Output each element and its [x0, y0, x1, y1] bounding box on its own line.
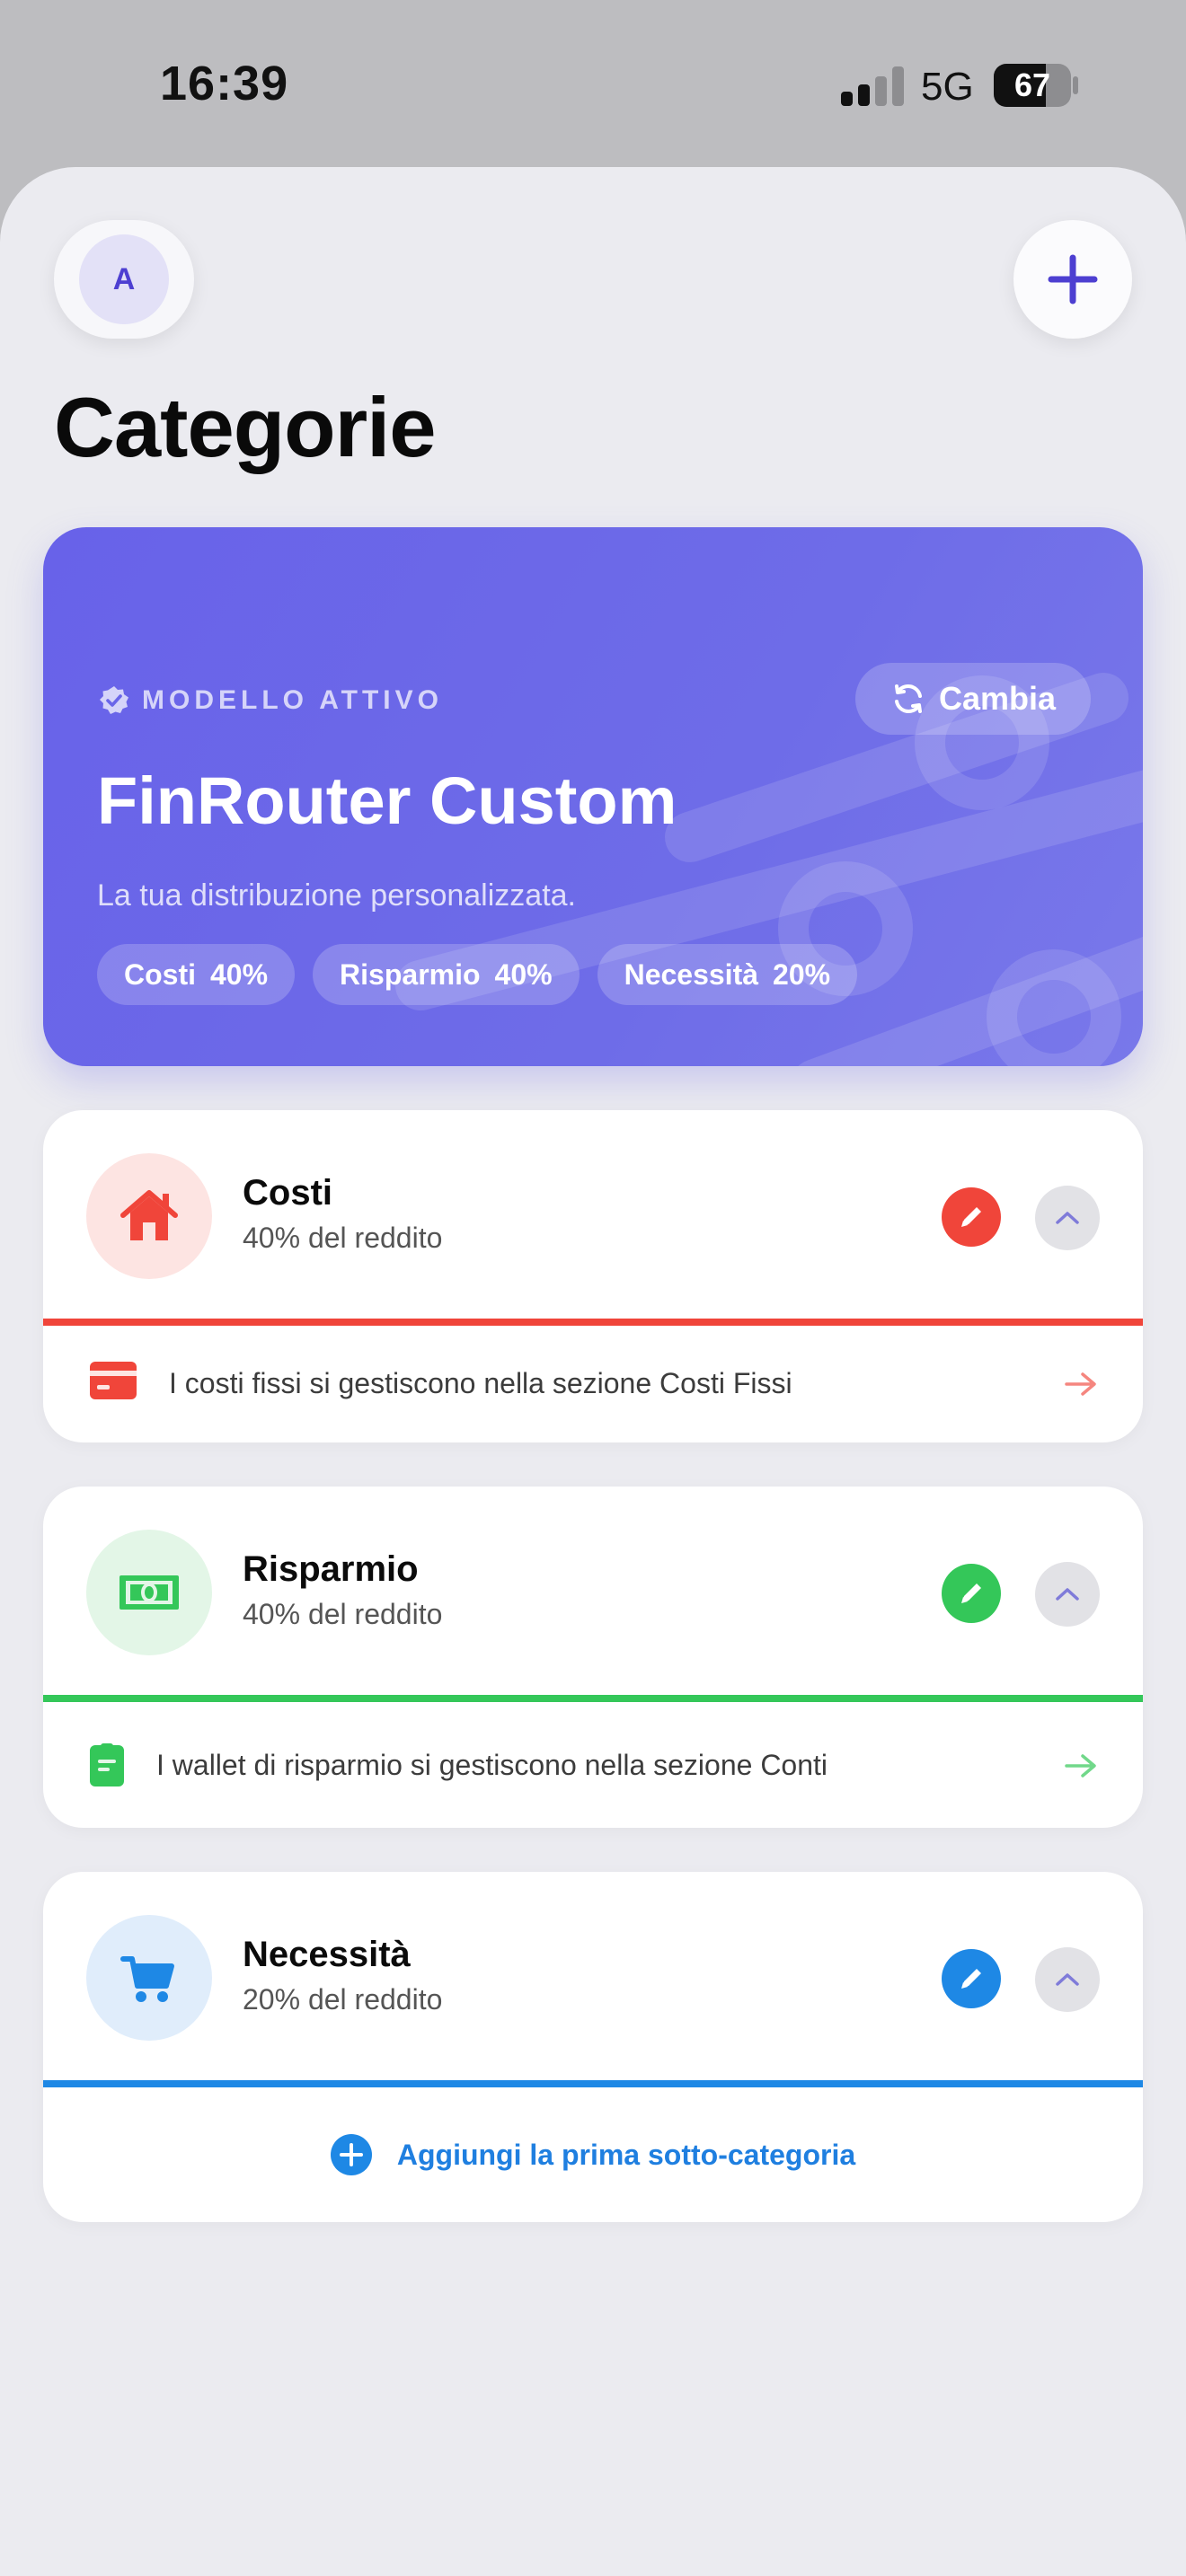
- plus-icon: [1048, 254, 1098, 304]
- category-icon-necessita: [86, 1915, 212, 2041]
- category-card-risparmio: Risparmio 40% del reddito I wallet di ri…: [43, 1486, 1143, 1828]
- avatar: A: [79, 234, 169, 324]
- chip-percent: 20%: [773, 958, 831, 991]
- cart-icon: [120, 1956, 174, 2002]
- battery-cap: [1073, 76, 1078, 94]
- wallet-card-icon: [90, 1743, 124, 1786]
- category-share: 20% del reddito: [243, 1983, 443, 2016]
- edit-category-button[interactable]: [942, 1949, 1001, 2008]
- edit-category-button[interactable]: [942, 1564, 1001, 1623]
- edit-category-button[interactable]: [942, 1187, 1001, 1247]
- chevron-up-icon: [1056, 1973, 1079, 1986]
- chip-percent: 40%: [210, 958, 269, 991]
- category-divider: [43, 2080, 1143, 2087]
- category-divider: [43, 1319, 1143, 1326]
- active-model-eyebrow: MODELLO ATTIVO: [99, 683, 443, 719]
- model-title: FinRouter Custom: [97, 763, 677, 838]
- category-share: 40% del reddito: [243, 1222, 443, 1254]
- model-subtitle: La tua distribuzione personalizzata.: [97, 878, 576, 913]
- banknote-icon: [119, 1575, 179, 1610]
- add-category-button[interactable]: [1013, 220, 1132, 339]
- status-bar: 16:39 5G 67: [0, 0, 1186, 171]
- battery-icon: 67: [994, 64, 1071, 107]
- arrow-right-icon: [1065, 1372, 1096, 1396]
- credit-card-icon: [90, 1362, 137, 1399]
- collapse-button[interactable]: [1035, 1947, 1100, 2012]
- eyebrow-label: MODELLO ATTIVO: [142, 685, 443, 715]
- pencil-icon: [961, 1207, 981, 1227]
- category-icon-costi: [86, 1153, 212, 1279]
- category-card-costi: Costi 40% del reddito I costi fissi si g…: [43, 1110, 1143, 1442]
- verified-badge-icon: [100, 686, 128, 714]
- chip-percent: 40%: [494, 958, 553, 991]
- footer-text: I costi fissi si gestiscono nella sezion…: [169, 1367, 792, 1399]
- chip-label: Risparmio: [340, 958, 481, 991]
- category-name: Costi: [243, 1173, 332, 1213]
- category-card-necessita: Necessità 20% del reddito Aggiungi la pr…: [43, 1872, 1143, 2222]
- page-title: Categorie: [54, 380, 437, 474]
- battery-level: 67: [1013, 66, 1051, 103]
- house-icon: [120, 1190, 178, 1240]
- chip-necessita: Necessità 20%: [597, 944, 858, 1005]
- chip-label: Costi: [124, 958, 196, 991]
- change-model-button[interactable]: Cambia: [855, 663, 1091, 735]
- add-subcategory-label: Aggiungi la prima sotto-categoria: [396, 2138, 856, 2171]
- collapse-button[interactable]: [1035, 1562, 1100, 1627]
- active-model-card: MODELLO ATTIVO Cambia FinRouter Custom L…: [43, 527, 1143, 1066]
- category-name: Risparmio: [243, 1549, 419, 1589]
- pencil-icon: [961, 1969, 981, 1989]
- profile-button[interactable]: A: [54, 220, 194, 339]
- chip-costi: Costi 40%: [97, 944, 296, 1005]
- add-subcategory-button[interactable]: Aggiungi la prima sotto-categoria: [43, 2087, 1143, 2222]
- category-divider: [43, 1695, 1143, 1702]
- category-name: Necessità: [243, 1935, 411, 1974]
- chip-label: Necessità: [624, 958, 759, 991]
- signal-icon: [841, 66, 904, 106]
- category-share: 40% del reddito: [243, 1598, 443, 1630]
- chevron-up-icon: [1056, 1588, 1079, 1601]
- arrow-right-icon: [1065, 1754, 1096, 1778]
- change-label: Cambia: [938, 680, 1057, 717]
- status-time: 16:39: [160, 57, 289, 110]
- pencil-icon: [961, 1584, 981, 1603]
- network-label: 5G: [921, 65, 974, 109]
- plus-circle-icon: [330, 2134, 372, 2175]
- footer-text: I wallet di risparmio si gestiscono nell…: [156, 1749, 828, 1781]
- category-icon-risparmio: [86, 1530, 212, 1655]
- refresh-icon: [894, 684, 922, 713]
- savings-wallets-link[interactable]: I wallet di risparmio si gestiscono nell…: [43, 1702, 1143, 1828]
- fixed-costs-link[interactable]: I costi fissi si gestiscono nella sezion…: [43, 1326, 1143, 1442]
- model-chips: Costi 40% Risparmio 40% Necessità 20%: [97, 944, 875, 1005]
- collapse-button[interactable]: [1035, 1186, 1100, 1250]
- chip-risparmio: Risparmio 40%: [313, 944, 580, 1005]
- chevron-up-icon: [1056, 1212, 1079, 1224]
